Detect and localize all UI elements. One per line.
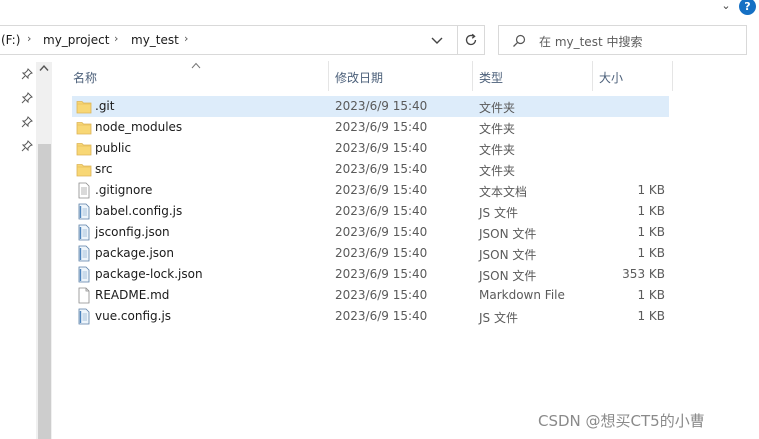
scroll-up-arrow-icon[interactable] <box>36 63 52 77</box>
column-header-name-label: 名称 <box>73 71 98 85</box>
folder-icon <box>76 161 92 178</box>
file-date: 2023/6/9 15:40 <box>335 267 428 281</box>
refresh-icon <box>465 33 477 46</box>
refresh-button[interactable] <box>458 25 485 55</box>
file-row[interactable]: vue.config.js 2023/6/9 15:40 JS 文件 1 KB <box>72 306 669 327</box>
file-name: .git <box>95 99 115 113</box>
file-name: node_modules <box>95 120 183 134</box>
file-date: 2023/6/9 15:40 <box>335 141 428 155</box>
folder-icon <box>76 140 92 157</box>
file-type: JS 文件 <box>479 311 518 325</box>
file-row[interactable]: jsconfig.json 2023/6/9 15:40 JSON 文件 1 KB <box>72 222 669 243</box>
file-date: 2023/6/9 15:40 <box>335 99 428 113</box>
column-header-date-label: 修改日期 <box>335 71 384 85</box>
script-file-icon <box>76 203 92 220</box>
file-name: src <box>95 162 113 176</box>
watermark: CSDN @想买CT5的小曹 <box>538 412 705 430</box>
folder-icon <box>76 119 92 136</box>
file-type: 文件夹 <box>479 164 516 178</box>
file-type: JSON 文件 <box>479 227 537 241</box>
file-size: 1 KB <box>637 246 665 260</box>
breadcrumb-separator-icon[interactable]: › <box>184 32 188 45</box>
script-file-icon <box>76 224 92 241</box>
file-name: vue.config.js <box>95 309 172 323</box>
file-size: 353 KB <box>622 267 665 281</box>
file-name: package-lock.json <box>95 267 203 281</box>
file-date: 2023/6/9 15:40 <box>335 225 428 239</box>
file-date: 2023/6/9 15:40 <box>335 309 428 323</box>
file-row[interactable]: .git 2023/6/9 15:40 文件夹 <box>72 96 669 117</box>
address-bar[interactable]: (F:) › my_project › my_test › <box>0 25 458 55</box>
file-name: README.md <box>95 288 170 302</box>
file-type: 文件夹 <box>479 101 516 115</box>
file-name: package.json <box>95 246 175 260</box>
file-type: JS 文件 <box>479 206 518 220</box>
file-size: 1 KB <box>637 204 665 218</box>
column-header-date[interactable]: 修改日期 <box>330 61 473 91</box>
file-type: 文本文档 <box>479 185 528 199</box>
file-row[interactable]: src 2023/6/9 15:40 文件夹 <box>72 159 669 180</box>
nav-scrollbar-thumb[interactable] <box>38 144 51 439</box>
file-row[interactable]: .gitignore 2023/6/9 15:40 文本文档 1 KB <box>72 180 669 201</box>
search-placeholder: 在 my_test 中搜索 <box>539 35 643 49</box>
breadcrumb-separator-icon[interactable]: › <box>27 32 31 45</box>
column-header-size[interactable]: 大小 <box>594 61 673 91</box>
file-row[interactable]: README.md 2023/6/9 15:40 Markdown File 1 KB <box>72 285 669 306</box>
script-file-icon <box>76 245 92 262</box>
folder-icon <box>76 98 92 115</box>
file-date: 2023/6/9 15:40 <box>335 204 428 218</box>
file-name: .gitignore <box>95 183 153 197</box>
script-file-icon <box>76 266 92 283</box>
file-row[interactable]: package.json 2023/6/9 15:40 JSON 文件 1 KB <box>72 243 669 264</box>
file-size: 1 KB <box>637 225 665 239</box>
file-date: 2023/6/9 15:40 <box>335 183 428 197</box>
file-row[interactable]: node_modules 2023/6/9 15:40 文件夹 <box>72 117 669 138</box>
file-row[interactable]: package-lock.json 2023/6/9 15:40 JSON 文件 35… <box>72 264 669 285</box>
file-size: 1 KB <box>637 309 665 323</box>
file-type: JSON 文件 <box>479 248 537 262</box>
breadcrumb-my-project[interactable]: my_project <box>43 33 109 47</box>
blank-file-icon <box>76 287 92 304</box>
column-header-type-label: 类型 <box>479 71 504 85</box>
address-history-dropdown-icon[interactable] <box>429 32 445 48</box>
file-row[interactable]: public 2023/6/9 15:40 文件夹 <box>72 138 669 159</box>
script-file-icon <box>76 308 92 325</box>
title-strip <box>0 0 759 20</box>
expand-ribbon-chevron-icon[interactable]: ⌄ <box>718 0 734 14</box>
file-date: 2023/6/9 15:40 <box>335 288 428 302</box>
text-file-icon <box>76 182 92 199</box>
file-type: 文件夹 <box>479 122 516 136</box>
file-type: 文件夹 <box>479 143 516 157</box>
file-size: 1 KB <box>637 183 665 197</box>
file-row[interactable]: babel.config.js 2023/6/9 15:40 JS 文件 1 KB <box>72 201 669 222</box>
column-header-size-label: 大小 <box>599 71 624 85</box>
file-date: 2023/6/9 15:40 <box>335 162 428 176</box>
search-input[interactable]: 在 my_test 中搜索 <box>498 25 747 55</box>
file-name: babel.config.js <box>95 204 183 218</box>
search-icon <box>513 34 526 47</box>
file-type: Markdown File <box>479 288 565 302</box>
file-date: 2023/6/9 15:40 <box>335 120 428 134</box>
file-name: public <box>95 141 132 155</box>
pin-icon[interactable] <box>20 92 34 106</box>
file-date: 2023/6/9 15:40 <box>335 246 428 260</box>
file-name: jsconfig.json <box>95 225 170 239</box>
file-size: 1 KB <box>637 288 665 302</box>
sort-ascending-icon <box>191 62 201 69</box>
breadcrumb-my-test[interactable]: my_test <box>131 33 179 47</box>
pin-icon[interactable] <box>20 116 34 130</box>
breadcrumb-separator-icon[interactable]: › <box>114 32 118 45</box>
column-header-type[interactable]: 类型 <box>474 61 593 91</box>
file-type: JSON 文件 <box>479 269 537 283</box>
breadcrumb-drive[interactable]: (F:) <box>1 33 20 47</box>
pin-icon[interactable] <box>20 140 34 154</box>
pin-icon[interactable] <box>20 68 34 82</box>
